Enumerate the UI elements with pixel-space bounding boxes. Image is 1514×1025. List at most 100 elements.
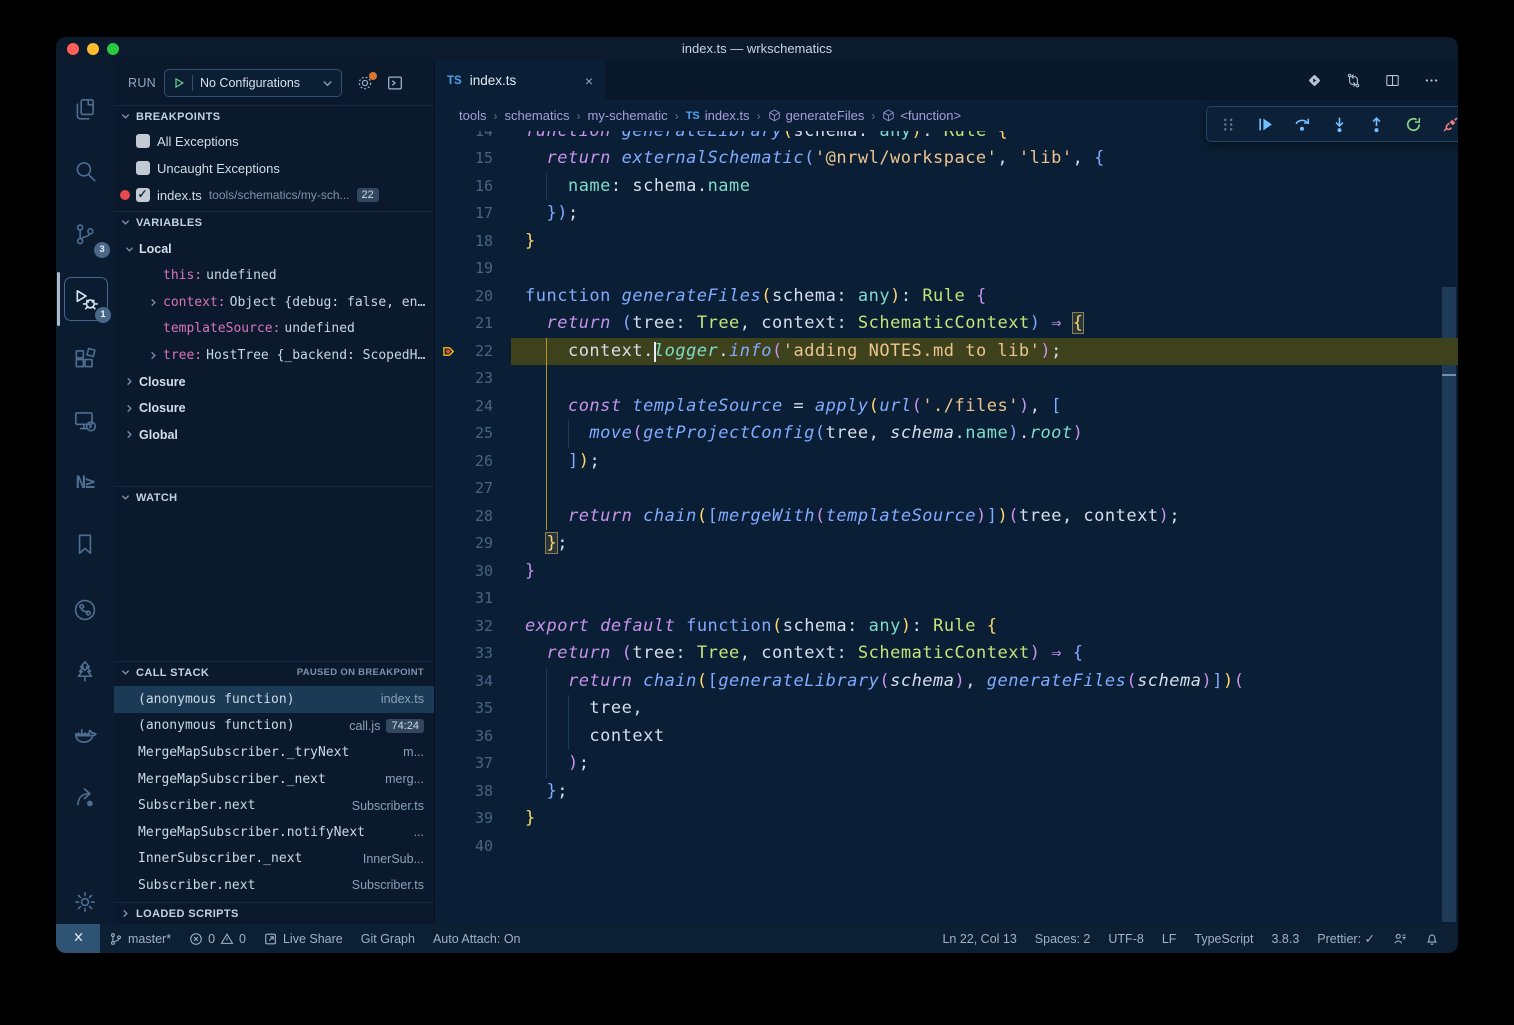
activity-run-and-debug-icon[interactable]: 1: [64, 277, 108, 321]
scope-label[interactable]: Global: [139, 428, 178, 442]
status-notifications[interactable]: [1416, 924, 1448, 953]
breakpoint-label[interactable]: All Exceptions: [157, 134, 239, 149]
glyph-margin[interactable]: [435, 530, 463, 558]
code-line-23[interactable]: 23: [435, 365, 1458, 393]
glyph-margin[interactable]: [435, 558, 463, 586]
glyph-margin[interactable]: [435, 310, 463, 338]
glyph-margin[interactable]: [435, 475, 463, 503]
section-call-stack[interactable]: CALL STACKPAUSED ON BREAKPOINT: [114, 661, 434, 683]
section-variables[interactable]: VARIABLES: [114, 211, 434, 233]
activity-extensions-icon[interactable]: [64, 338, 106, 380]
code-line-31[interactable]: 31: [435, 585, 1458, 613]
frame-name[interactable]: (anonymous function): [138, 692, 295, 707]
code-line-25[interactable]: 25 move(getProjectConfig(tree, schema.na…: [435, 420, 1458, 448]
callstack-frame[interactable]: InnerSubscriber._nextInnerSub...: [114, 846, 434, 873]
frame-name[interactable]: MergeMapSubscriber._tryNext: [138, 745, 349, 760]
variable-row[interactable]: Global: [114, 422, 434, 449]
status-encoding[interactable]: UTF-8: [1099, 924, 1152, 953]
code-line-19[interactable]: 19: [435, 255, 1458, 283]
glyph-margin[interactable]: [435, 393, 463, 421]
code-line-40[interactable]: 40: [435, 833, 1458, 861]
frame-name[interactable]: Subscriber.next: [138, 878, 255, 893]
callstack-frame[interactable]: MergeMapSubscriber.notifyNext...: [114, 819, 434, 846]
code-line-16[interactable]: 16 name: schema.name: [435, 173, 1458, 201]
configuration-name[interactable]: No Configurations: [200, 76, 315, 90]
code-line-24[interactable]: 24 const templateSource = apply(url('./f…: [435, 393, 1458, 421]
breadcrumb-item[interactable]: generateFiles: [768, 108, 865, 123]
glyph-margin[interactable]: [435, 228, 463, 256]
frame-name[interactable]: MergeMapSubscriber._next: [138, 772, 326, 787]
code-line-22[interactable]: 22 context.logger.info('adding NOTES.md …: [435, 338, 1458, 366]
breakpoint-row[interactable]: Uncaught Exceptions: [114, 155, 434, 181]
frame-name[interactable]: Subscriber.next: [138, 798, 255, 813]
variable-name[interactable]: context:: [163, 295, 226, 310]
code-line-30[interactable]: 30}: [435, 558, 1458, 586]
activity-remote-explorer-icon[interactable]: [64, 400, 106, 442]
callstack-frame[interactable]: Subscriber.nextSubscriber.ts: [114, 792, 434, 819]
status-git-graph[interactable]: Git Graph: [352, 924, 424, 953]
glyph-margin[interactable]: [435, 750, 463, 778]
glyph-margin[interactable]: [435, 365, 463, 393]
code-area[interactable]: 14function generateLibrary(schema: any):…: [435, 118, 1458, 861]
section-breakpoints[interactable]: BREAKPOINTS: [114, 105, 434, 127]
status-language-mode[interactable]: TypeScript: [1185, 924, 1262, 953]
code-line-37[interactable]: 37 );: [435, 750, 1458, 778]
status-live-share[interactable]: Live Share: [255, 924, 352, 953]
code-line-33[interactable]: 33 return (tree: Tree, context: Schemati…: [435, 640, 1458, 668]
variable-row[interactable]: Local: [114, 236, 434, 263]
code-line-15[interactable]: 15 return externalSchematic('@nrwl/works…: [435, 145, 1458, 173]
glyph-margin[interactable]: [435, 668, 463, 696]
code-line-28[interactable]: 28 return chain([mergeWith(templateSourc…: [435, 503, 1458, 531]
status-prettier[interactable]: Prettier: ✓: [1308, 924, 1384, 953]
callstack-frame[interactable]: (anonymous function)index.ts: [114, 686, 434, 713]
breakpoint-label[interactable]: Uncaught Exceptions: [157, 161, 280, 176]
callstack-frame[interactable]: MergeMapSubscriber._nextmerg...: [114, 766, 434, 793]
variable-row[interactable]: this: undefined: [114, 263, 434, 290]
glyph-margin[interactable]: [435, 640, 463, 668]
format-diamond-icon[interactable]: [1306, 72, 1323, 89]
breakpoint-checkbox[interactable]: [136, 161, 150, 175]
launch-configuration-dropdown[interactable]: No Configurations: [164, 69, 342, 97]
glyph-margin[interactable]: [435, 833, 463, 861]
activity-project-share-icon[interactable]: [64, 776, 106, 818]
callstack-frame[interactable]: (anonymous function)call.js74:24: [114, 713, 434, 740]
variable-name[interactable]: this:: [163, 268, 202, 283]
variable-row[interactable]: context: Object {debug: false, en…: [114, 289, 434, 316]
status-feedback[interactable]: [1384, 924, 1416, 953]
status-git-branch[interactable]: master*: [100, 924, 180, 953]
glyph-margin[interactable]: [435, 420, 463, 448]
breadcrumb-item[interactable]: schematics: [504, 108, 569, 123]
glyph-margin[interactable]: [435, 173, 463, 201]
breakpoint-checkbox[interactable]: [136, 134, 150, 148]
section-watch[interactable]: WATCH: [114, 486, 434, 508]
current-breakpoint-icon[interactable]: [435, 338, 463, 366]
step-out-icon[interactable]: [1361, 110, 1391, 138]
drag-grip-icon[interactable]: [1213, 110, 1243, 138]
breakpoint-row[interactable]: index.tstools/schematics/my-sch...22: [114, 182, 434, 208]
code-line-29[interactable]: 29 };: [435, 530, 1458, 558]
glyph-margin[interactable]: [435, 695, 463, 723]
code-line-36[interactable]: 36 context: [435, 723, 1458, 751]
frame-name[interactable]: MergeMapSubscriber.notifyNext: [138, 825, 365, 840]
glyph-margin[interactable]: [435, 723, 463, 751]
status-indentation[interactable]: Spaces: 2: [1026, 924, 1100, 953]
variable-name[interactable]: tree:: [163, 348, 202, 363]
tab-label[interactable]: index.ts: [470, 73, 577, 88]
glyph-margin[interactable]: [435, 503, 463, 531]
code-line-18[interactable]: 18}: [435, 228, 1458, 256]
restart-icon[interactable]: [1398, 110, 1428, 138]
section-loaded-scripts[interactable]: LOADED SCRIPTS: [114, 902, 434, 924]
code-line-38[interactable]: 38 };: [435, 778, 1458, 806]
step-into-icon[interactable]: [1324, 110, 1354, 138]
activity-test-tree-icon[interactable]: [64, 650, 106, 692]
tab-close-icon[interactable]: ×: [585, 73, 593, 89]
breakpoint-checkbox[interactable]: [136, 188, 150, 202]
status-auto-attach[interactable]: Auto Attach: On: [424, 924, 530, 953]
glyph-margin[interactable]: [435, 613, 463, 641]
split-editor-icon[interactable]: [1384, 72, 1401, 89]
callstack-frame[interactable]: MergeMapSubscriber._tryNextm...: [114, 739, 434, 766]
more-actions-icon[interactable]: [1423, 72, 1440, 89]
activity-docker-icon[interactable]: [64, 713, 106, 755]
code-line-20[interactable]: 20function generateFiles(schema: any): R…: [435, 283, 1458, 311]
glyph-margin[interactable]: [435, 255, 463, 283]
